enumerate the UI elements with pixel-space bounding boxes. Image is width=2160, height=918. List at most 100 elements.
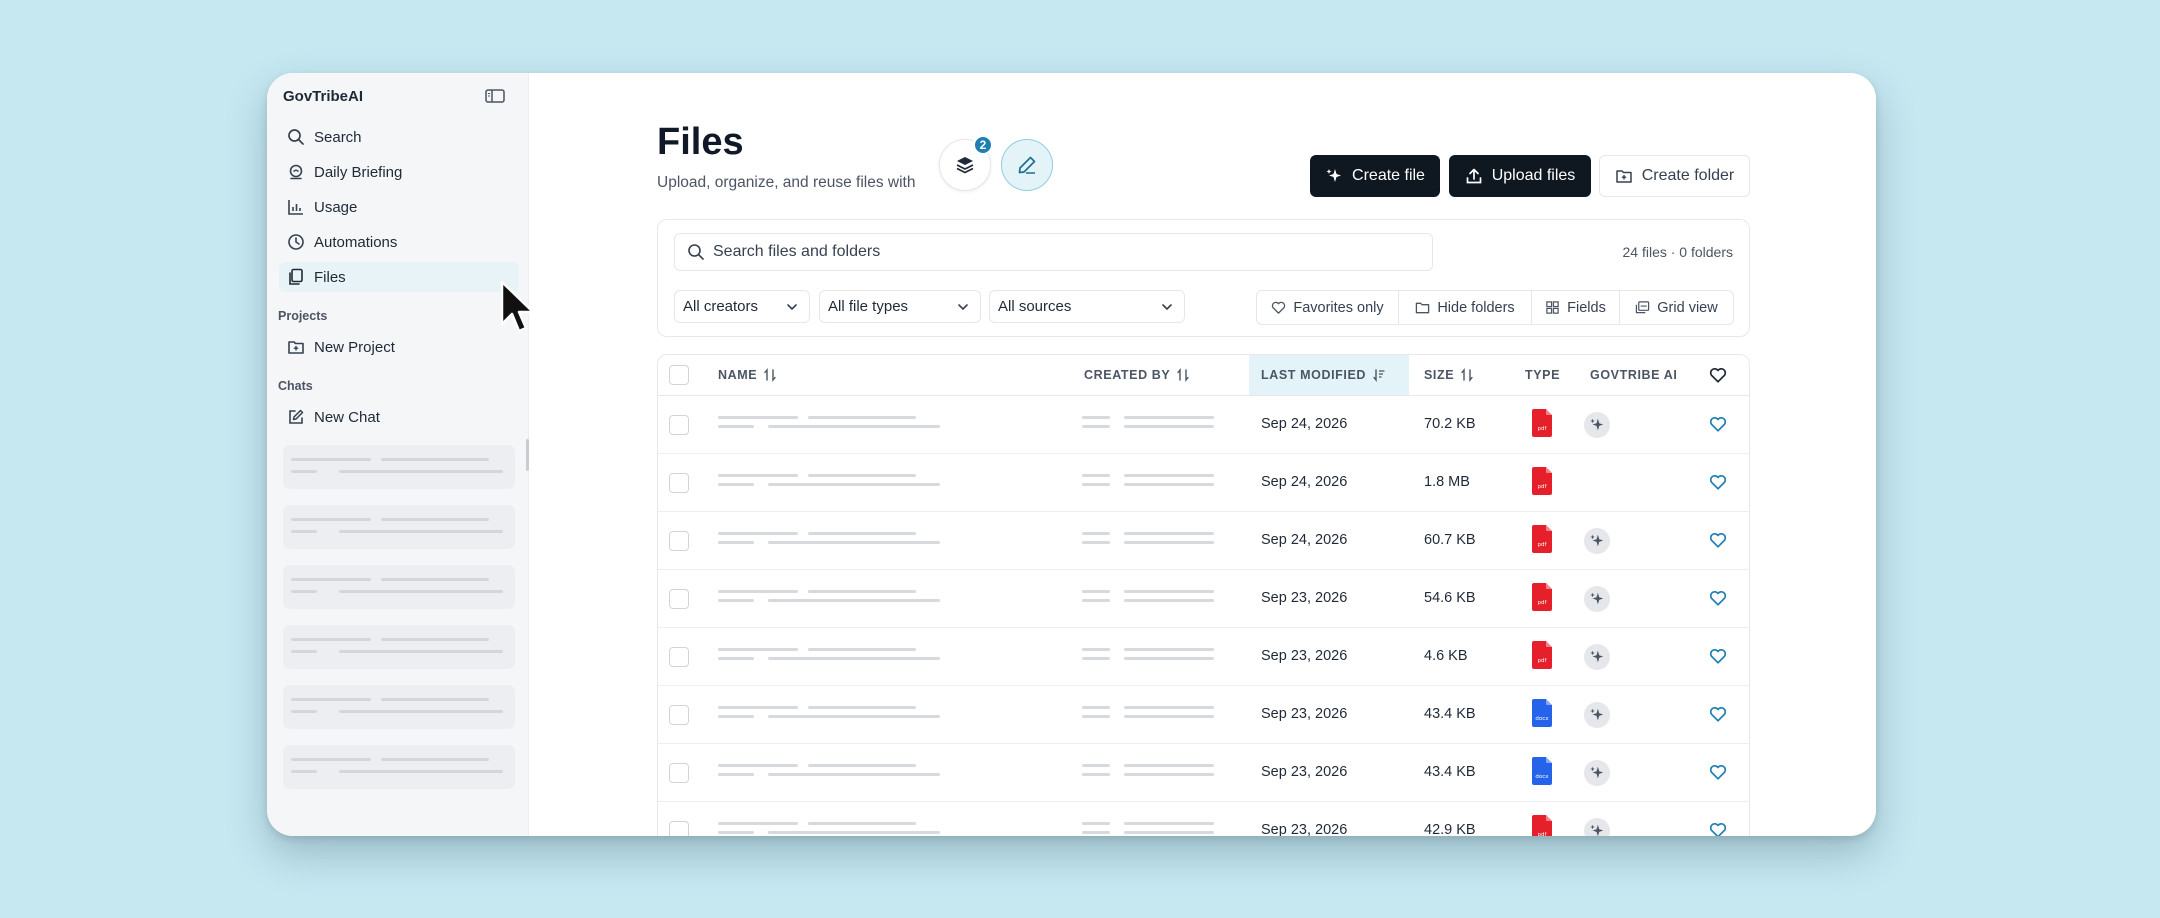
heart-icon[interactable] [1709, 366, 1727, 384]
file-types-select-value: All file types [828, 298, 909, 315]
loading-placeholder [1124, 773, 1214, 776]
favorite-heart-icon[interactable] [1709, 473, 1727, 491]
govtribe-ai-badge[interactable] [1584, 818, 1610, 836]
column-header-created-by[interactable]: CREATED BY [1084, 355, 1190, 395]
govtribe-ai-badge[interactable] [1584, 702, 1610, 728]
creators-select[interactable]: All creators [674, 290, 810, 323]
table-row[interactable]: Sep 24, 2026 1.8 MB pdf [658, 454, 1749, 512]
table-row[interactable]: Sep 23, 2026 43.4 KB docx [658, 744, 1749, 802]
row-checkbox[interactable] [669, 589, 689, 609]
favorite-heart-icon[interactable] [1709, 415, 1727, 433]
row-checkbox[interactable] [669, 705, 689, 725]
filter-panel: Search files and folders 24 files · 0 fo… [657, 219, 1750, 337]
create-folder-button[interactable]: Create folder [1599, 155, 1750, 197]
briefing-icon [289, 164, 303, 180]
column-header-name[interactable]: NAME [718, 355, 777, 395]
favorite-heart-icon[interactable] [1709, 763, 1727, 781]
chat-history-item[interactable] [283, 745, 515, 789]
favorite-heart-icon[interactable] [1709, 531, 1727, 549]
column-header-last-modified[interactable]: LAST MODIFIED [1249, 355, 1409, 395]
govtribe-ai-badge[interactable] [1584, 586, 1610, 612]
govtribe-ai-badge[interactable] [1584, 528, 1610, 554]
govtribe-ai-badge[interactable] [1584, 644, 1610, 670]
edit-button[interactable] [1001, 139, 1053, 191]
chat-history-item[interactable] [283, 565, 515, 609]
grid-view-toggle[interactable]: Grid view [1620, 291, 1733, 324]
sidebar-item-files[interactable]: Files [279, 262, 519, 292]
favorite-heart-icon[interactable] [1709, 705, 1727, 723]
last-modified-cell: Sep 23, 2026 [1261, 706, 1348, 722]
column-header-label: GOVTRIBE AI [1590, 368, 1678, 382]
search-input[interactable]: Search files and folders [674, 233, 1433, 271]
table-row[interactable]: Sep 23, 2026 43.4 KB docx [658, 686, 1749, 744]
fields-button[interactable]: Fields [1532, 291, 1620, 324]
chat-history-item[interactable] [283, 445, 515, 489]
sources-select[interactable]: All sources [989, 290, 1185, 323]
sidebar-scrollbar[interactable] [526, 439, 529, 471]
new-project-button[interactable]: New Project [279, 332, 519, 362]
pdf-file-icon: pdf [1532, 467, 1552, 495]
chat-history-item[interactable] [283, 685, 515, 729]
favorites-only-toggle[interactable]: Favorites only [1257, 291, 1399, 324]
svg-text:pdf: pdf [1538, 658, 1548, 664]
svg-text:pdf: pdf [1538, 426, 1548, 432]
table-row[interactable]: Sep 24, 2026 70.2 KB pdf [658, 396, 1749, 454]
govtribe-ai-badge[interactable] [1584, 412, 1610, 438]
table-row[interactable]: Sep 23, 2026 54.6 KB pdf [658, 570, 1749, 628]
loading-placeholder [1124, 483, 1214, 486]
table-row[interactable]: Sep 23, 2026 4.6 KB pdf [658, 628, 1749, 686]
sidebar-item-usage[interactable]: Usage [279, 192, 519, 222]
loading-placeholder [1082, 715, 1110, 718]
sidebar-toggle-icon[interactable] [485, 88, 505, 104]
row-checkbox[interactable] [669, 647, 689, 667]
row-checkbox[interactable] [669, 531, 689, 551]
favorite-heart-icon[interactable] [1709, 647, 1727, 665]
sidebar-item-daily-briefing[interactable]: Daily Briefing [279, 157, 519, 187]
search-icon [688, 244, 704, 260]
row-checkbox[interactable] [669, 473, 689, 493]
loading-placeholder [718, 831, 754, 834]
loading-placeholder [1082, 648, 1110, 651]
column-header-govtribe-ai: GOVTRIBE AI [1590, 355, 1677, 395]
size-cell: 60.7 KB [1424, 532, 1476, 548]
new-chat-button[interactable]: New Chat [279, 402, 519, 432]
loading-placeholder [808, 764, 916, 767]
chat-history-item[interactable] [283, 505, 515, 549]
loading-placeholder [1082, 773, 1110, 776]
sparkle-icon [1590, 418, 1604, 431]
upload-files-button[interactable]: Upload files [1449, 155, 1591, 197]
column-header-label: TYPE [1525, 368, 1561, 382]
table-row[interactable]: Sep 24, 2026 60.7 KB pdf [658, 512, 1749, 570]
hide-folders-toggle[interactable]: Hide folders [1399, 291, 1532, 324]
select-all-checkbox[interactable] [669, 365, 689, 385]
sparkle-icon [1590, 824, 1604, 836]
govtribe-ai-badge[interactable] [1584, 760, 1610, 786]
create-file-button[interactable]: Create file [1310, 155, 1440, 197]
new-chat-label: New Chat [314, 408, 380, 426]
favorite-heart-icon[interactable] [1709, 589, 1727, 607]
loading-placeholder [1082, 541, 1110, 544]
sidebar-item-automations[interactable]: Automations [279, 227, 519, 257]
gallery-icon [1636, 301, 1650, 314]
sparkle-icon [1590, 650, 1604, 663]
chat-history-item[interactable] [283, 625, 515, 669]
loading-placeholder [718, 532, 798, 535]
loading-placeholder [718, 483, 754, 486]
sort-descending-icon [1373, 369, 1385, 382]
last-modified-cell: Sep 23, 2026 [1261, 822, 1348, 836]
favorite-heart-icon[interactable] [1709, 821, 1727, 836]
table-row[interactable]: Sep 23, 2026 42.9 KB pdf [658, 802, 1749, 836]
row-checkbox[interactable] [669, 763, 689, 783]
row-checkbox[interactable] [669, 821, 689, 836]
loading-placeholder [1082, 483, 1110, 486]
file-types-select[interactable]: All file types [819, 290, 981, 323]
hide-folders-label: Hide folders [1437, 299, 1515, 316]
folder-plus-icon [1616, 170, 1632, 183]
sidebar-item-label: Usage [314, 198, 358, 216]
upload-files-label: Upload files [1491, 167, 1576, 184]
folder-plus-icon [288, 341, 304, 354]
column-header-size[interactable]: SIZE [1424, 355, 1474, 395]
row-checkbox[interactable] [669, 415, 689, 435]
sidebar-item-search[interactable]: Search [279, 122, 519, 152]
grid-view-label: Grid view [1657, 299, 1718, 316]
